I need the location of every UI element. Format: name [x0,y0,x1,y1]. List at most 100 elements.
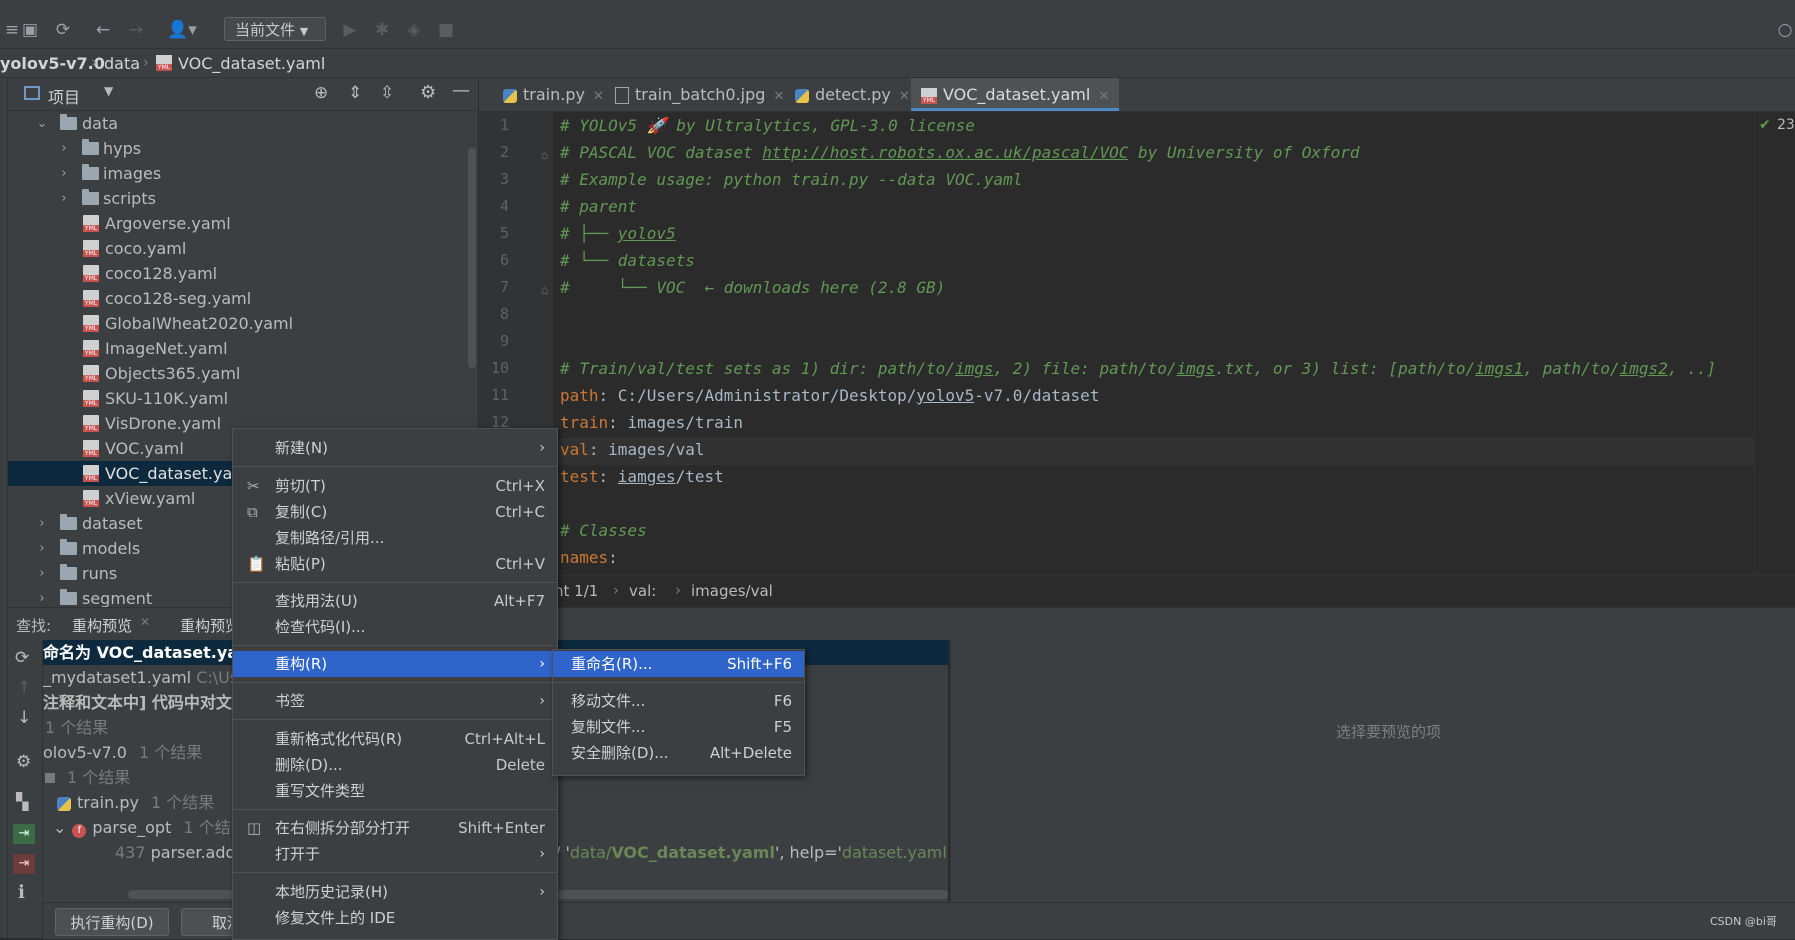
info-icon[interactable]: ℹ [18,882,25,903]
list-item[interactable]: ⌄ f parse_opt 1 个结 [53,815,231,840]
menu-item-cut[interactable]: ✂ 剪切(T) Ctrl+X [233,473,557,499]
tab-voc-dataset-yaml[interactable]: VOC_dataset.yaml ✕ [911,78,1120,111]
list-item[interactable]: 注释和文本中] 代码中对文件 [43,690,248,715]
search-everywhere-icon[interactable]: ○ [1775,20,1795,40]
result-header[interactable]: 命名为 VOC_dataset.yaml [43,640,260,665]
run-icon[interactable]: ▶ [340,20,360,40]
breadcrumb-item[interactable]: nt 1/1 [554,582,598,600]
breadcrumb-item[interactable]: images/val [691,582,773,600]
menu-item-repair-ide[interactable]: 修复文件上的 IDE [233,905,557,931]
menu-item-copy-path[interactable]: 复制路径/引用... [233,525,557,551]
list-item[interactable]: 437 parser.add [115,840,236,865]
chevron-right-icon[interactable]: › [36,536,48,561]
menu-item-reformat[interactable]: 重新格式化代码(R) Ctrl+Alt+L [233,726,557,752]
arrow-up-icon[interactable]: ↑ [17,678,31,698]
menu-item-local-history[interactable]: 本地历史记录(H) › [233,879,557,905]
menu-item-paste[interactable]: 📋 粘贴(P) Ctrl+V [233,551,557,577]
chevron-right-icon[interactable]: › [36,511,48,536]
tree-item[interactable]: SKU-110K.yaml [8,386,478,411]
chevron-right-icon[interactable]: › [36,561,48,586]
tree-item[interactable]: › hyps [8,136,478,161]
menu-item-refactor[interactable]: 重构(R) › [233,651,557,677]
menu-item-find-usages[interactable]: 查找用法(U) Alt+F7 [233,588,557,614]
debug-icon[interactable]: ✱ [372,20,392,40]
close-icon[interactable]: ✕ [899,89,910,104]
chevron-down-icon[interactable]: ⌄ [36,111,48,136]
code-link[interactable]: http://host.robots.ox.ac.uk/pascal/VOC [762,143,1128,162]
menu-item-override-type[interactable]: 重写文件类型 [233,778,557,804]
chevron-down-icon[interactable]: ▼ [104,84,113,98]
tab-detect-py[interactable]: detect.py ✕ [787,78,918,111]
menu-item-new[interactable]: 新建(N) › [233,435,557,461]
tree-item[interactable]: ⌄ data [8,111,478,136]
list-item[interactable]: 1 个结果 [45,765,130,790]
tree-item[interactable]: coco.yaml [8,236,478,261]
close-icon[interactable]: ✕ [593,89,604,104]
expand-all-icon[interactable]: ⇕ [348,83,362,103]
menu-item-copy[interactable]: ⧉ 复制(C) Ctrl+C [233,499,557,525]
locate-icon[interactable]: ⊕ [314,83,328,103]
code-editor[interactable]: # YOLOv5 🚀 by Ultralytics, GPL-3.0 licen… [554,112,1754,574]
gear-icon[interactable]: ⚙ [16,752,31,772]
menu-item-open-split[interactable]: ◫ 在右侧拆分部分打开 Shift+Enter [233,815,557,841]
menu-item-move-file[interactable]: 移动文件... F6 [553,688,804,714]
breadcrumb-folder[interactable]: data [104,54,140,73]
gear-icon[interactable]: ⚙ [420,82,436,103]
hamburger-icon[interactable]: ≡ [2,20,22,40]
fold-icon[interactable]: ⌂ [541,148,548,162]
chevron-down-icon[interactable]: ⌄ [53,818,66,837]
list-item[interactable]: train.py 1 个结果 [57,790,214,815]
forward-icon[interactable]: → [126,20,146,40]
tree-item[interactable]: › images [8,161,478,186]
close-icon[interactable]: ✕ [1098,89,1109,104]
menu-item-open-in[interactable]: 打开于 › [233,841,557,867]
tab-refactor-preview[interactable]: 重构预览 [180,615,240,636]
save-icon[interactable]: ▣ [20,20,40,40]
user-icon[interactable]: 👤▾ [165,20,199,40]
close-icon[interactable]: ✕ [773,89,784,104]
tree-item[interactable]: GlobalWheat2020.yaml [8,311,478,336]
inspection-count[interactable]: 23 [1777,117,1795,133]
breadcrumb-file[interactable]: VOC_dataset.yaml [178,54,325,73]
fold-icon[interactable]: ⌂ [541,283,548,297]
export-icon[interactable]: ⇥ [13,854,35,874]
tree-scrollbar[interactable] [468,148,476,368]
minimize-icon[interactable]: — [452,80,470,101]
tree-item[interactable]: Argoverse.yaml [8,211,478,236]
close-icon[interactable]: ✕ [140,615,150,629]
project-panel-title[interactable]: 项目 [48,84,80,108]
back-icon[interactable]: ← [93,20,113,40]
breadcrumb-project[interactable]: yolov5-v7.0 [0,54,105,73]
collapse-all-icon[interactable]: ⇳ [380,83,394,103]
menu-item-safe-delete[interactable]: 安全删除(D)... Alt+Delete [553,740,804,766]
breadcrumb-item[interactable]: val: [629,582,656,600]
run-config-dropdown[interactable]: 当前文件 ▼ [224,17,326,41]
chevron-right-icon[interactable]: › [58,136,70,161]
menu-item-bookmarks[interactable]: 书签 › [233,688,557,714]
rerun-icon[interactable]: ⟳ [15,648,29,668]
arrow-down-icon[interactable]: ↓ [17,708,31,728]
menu-item-delete[interactable]: 删除(D)... Delete [233,752,557,778]
chevron-right-icon[interactable]: › [58,161,70,186]
coverage-icon[interactable]: ◈ [404,20,424,40]
tree-item[interactable]: coco128-seg.yaml [8,286,478,311]
tab-train-batch0-jpg[interactable]: train_batch0.jpg ✕ [607,78,792,111]
tab-refactor-preview[interactable]: 重构预览 [72,615,132,636]
tree-item[interactable]: ImageNet.yaml [8,336,478,361]
list-item[interactable]: olov5-v7.0 1 个结果 [43,740,202,765]
do-refactor-button[interactable]: 执行重构(D) [55,908,169,936]
sync-icon[interactable]: ⟳ [53,20,73,40]
tree-item[interactable]: coco128.yaml [8,261,478,286]
chevron-right-icon[interactable]: › [36,586,48,607]
tree-item[interactable]: Objects365.yaml [8,361,478,386]
tree-item[interactable]: › scripts [8,186,478,211]
tab-train-py[interactable]: train.py ✕ [495,78,612,111]
layout-icon[interactable]: ▚ [16,792,28,811]
menu-item-inspect[interactable]: 检查代码(I)... [233,614,557,640]
menu-item-rename[interactable]: 重命名(R)... Shift+F6 [553,651,804,677]
import-icon[interactable]: ⇥ [13,824,35,844]
stop-icon[interactable]: ■ [436,20,456,40]
menu-item-copy-file[interactable]: 复制文件... F5 [553,714,804,740]
chevron-right-icon[interactable]: › [58,186,70,211]
list-item[interactable]: _mydataset1.yaml C:\User [43,665,255,690]
